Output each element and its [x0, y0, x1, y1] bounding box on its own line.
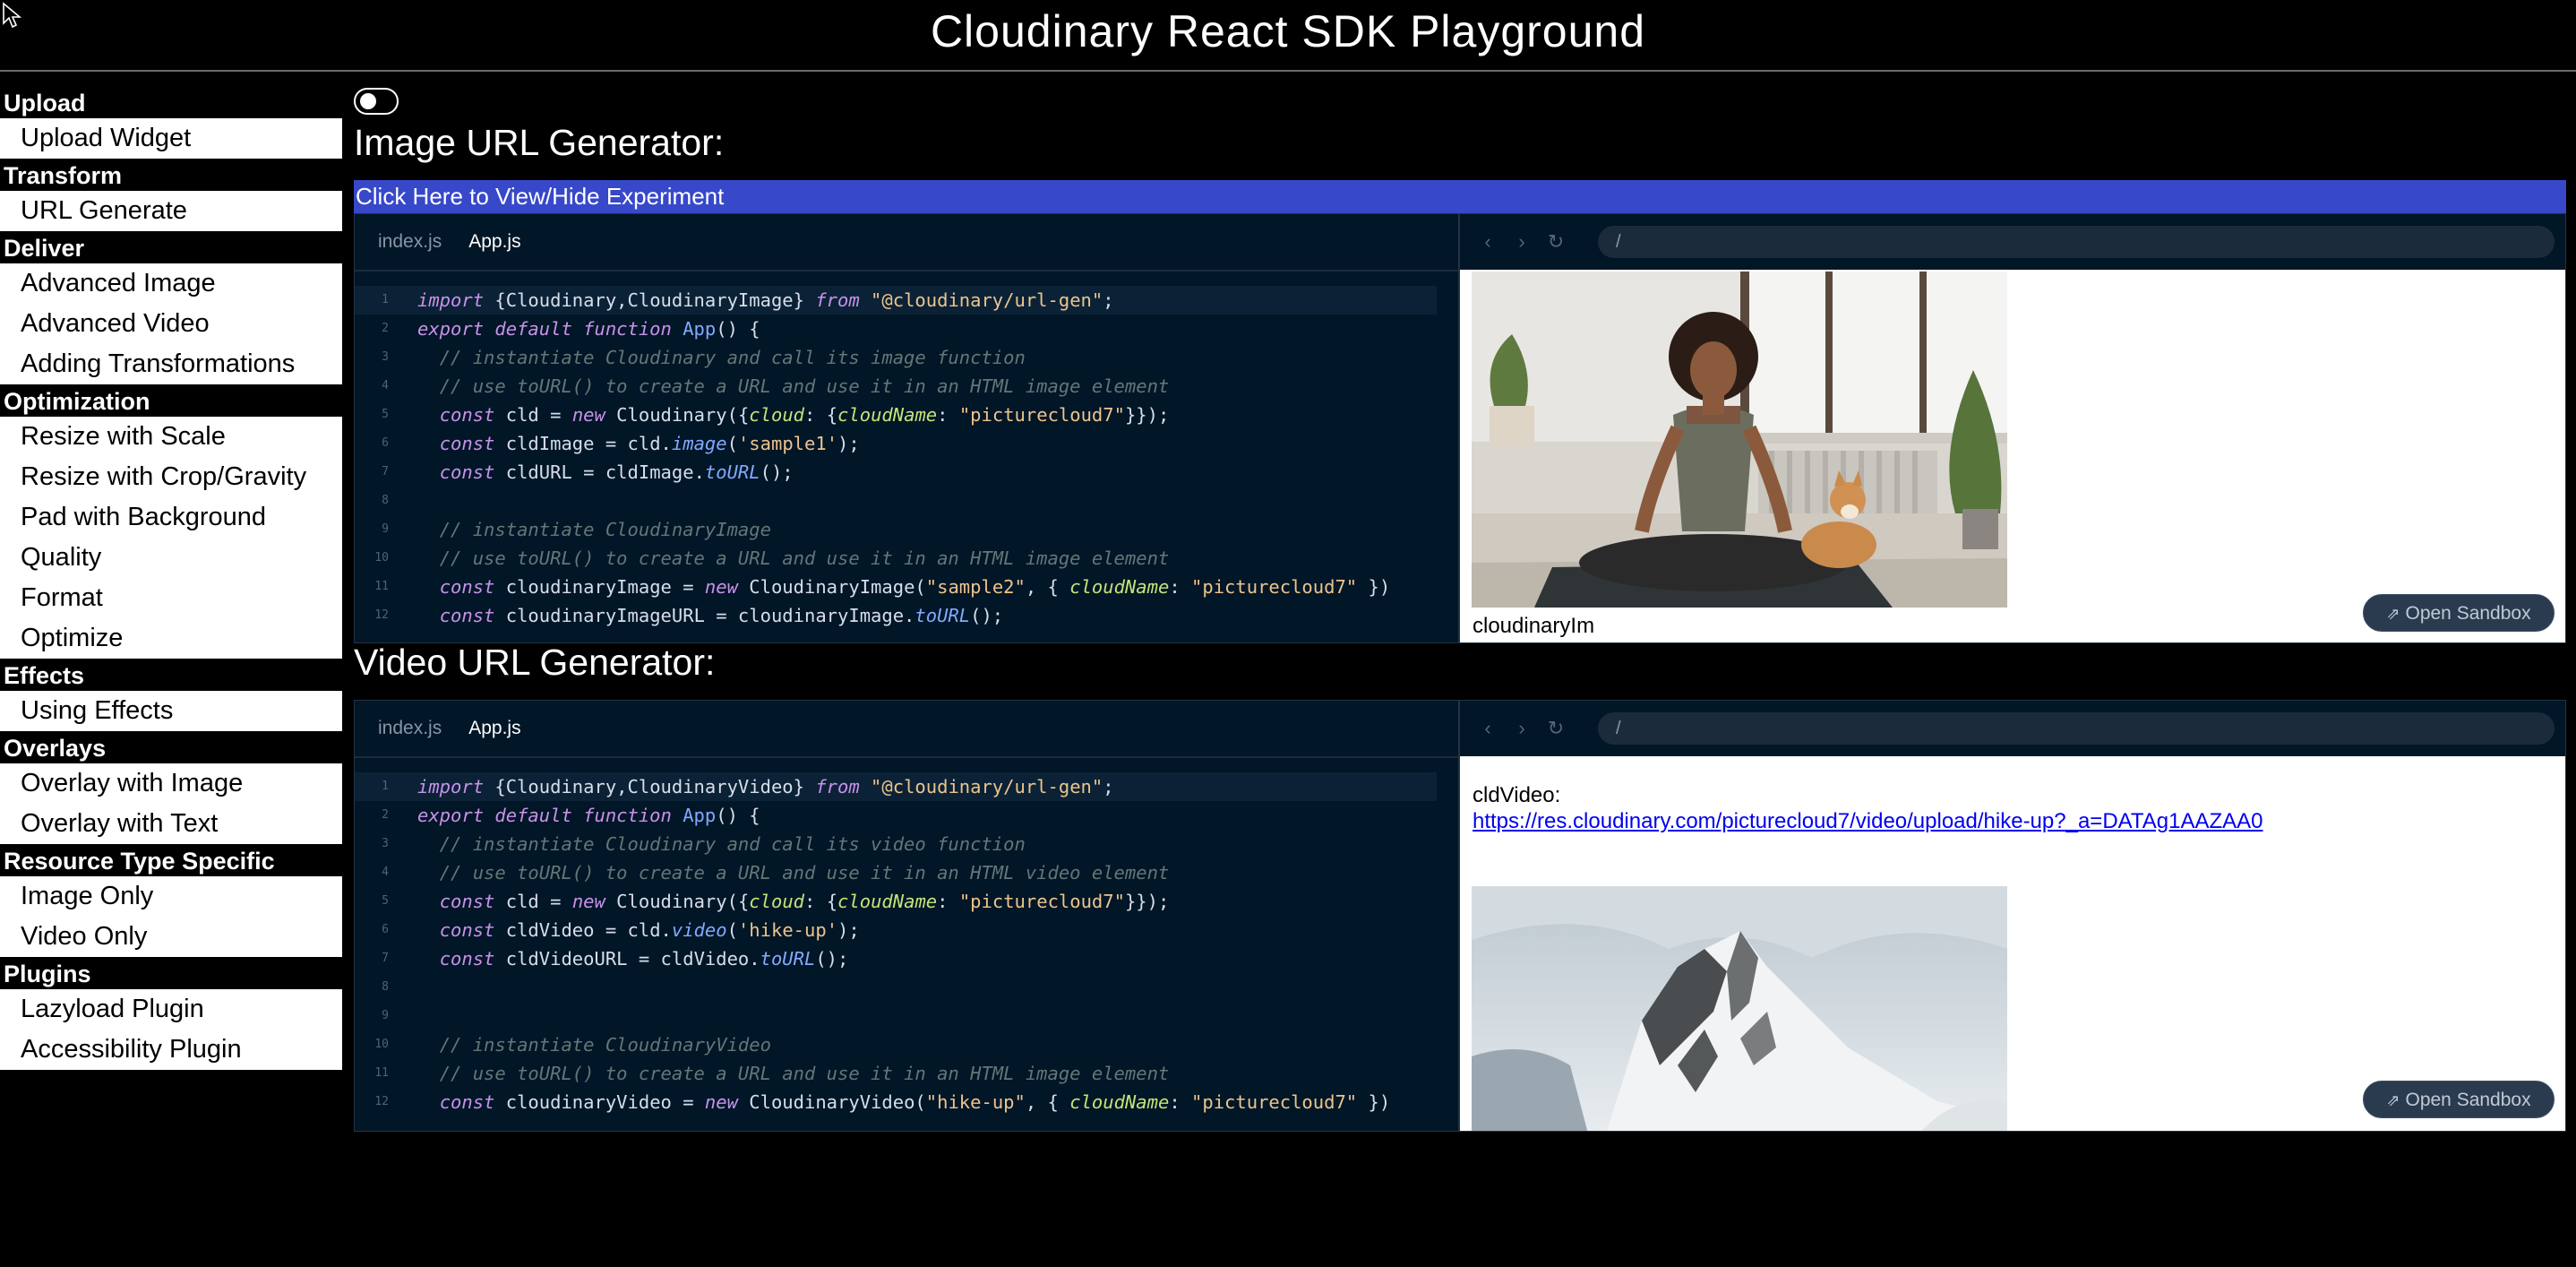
chevron-right-icon[interactable]: › [1505, 717, 1539, 740]
video-preview-navbar: ‹ › ↻ / [1460, 701, 2565, 756]
image-sandpack: index.js App.js 1 import {Cloudinary,Clou… [354, 213, 2566, 643]
sidebar-item-image-only[interactable]: Image Only [0, 876, 342, 917]
tab-app-js[interactable]: App.js [468, 718, 520, 739]
refresh-icon[interactable]: ↻ [1539, 230, 1573, 254]
chevron-left-icon[interactable]: ‹ [1471, 717, 1505, 740]
tab-index-js[interactable]: index.js [378, 231, 442, 253]
sidebar-nav: Upload Upload Widget Transform URL Gener… [0, 86, 342, 1070]
image-code-content[interactable]: 1 import {Cloudinary,CloudinaryImage} fro… [355, 286, 1458, 630]
video-sandpack: index.js App.js 1 import {Cloudinary,Clou… [354, 700, 2566, 1132]
app-title: Cloudinary React SDK Playground [0, 0, 2576, 72]
video-url-generator-heading: Video URL Generator: [354, 642, 716, 683]
open-sandbox-button[interactable]: ⇗ Open Sandbox [2363, 1081, 2555, 1118]
refresh-icon[interactable]: ↻ [1539, 717, 1573, 740]
sidebar-item-overlay-with-image[interactable]: Overlay with Image [0, 763, 342, 804]
open-sandbox-label: Open Sandbox [2405, 603, 2531, 624]
open-sandbox-button[interactable]: ⇗ Open Sandbox [2363, 594, 2555, 632]
open-sandbox-label: Open Sandbox [2405, 1090, 2531, 1110]
video-editor-tabs: index.js App.js [355, 701, 1458, 758]
image-code-editor: index.js App.js 1 import {Cloudinary,Clou… [355, 214, 1460, 642]
chevron-left-icon[interactable]: ‹ [1471, 230, 1505, 254]
external-link-icon: ⇗ [2386, 1091, 2400, 1109]
preview-url-input[interactable]: / [1598, 712, 2555, 745]
image-url-generator-heading: Image URL Generator: [354, 122, 725, 163]
sidebar-category-plugins: Plugins [0, 957, 342, 989]
cldvideo-label: cldVideo: [1473, 783, 1561, 807]
external-link-icon: ⇗ [2386, 605, 2400, 623]
image-editor-tabs: index.js App.js [355, 214, 1458, 272]
sidebar-category-deliver: Deliver [0, 231, 342, 263]
sidebar-category-upload: Upload [0, 86, 342, 118]
sidebar-category-optimization: Optimization [0, 384, 342, 417]
video-code-editor: index.js App.js 1 import {Cloudinary,Clou… [355, 701, 1460, 1131]
sidebar-item-lazyload-plugin[interactable]: Lazyload Plugin [0, 989, 342, 1030]
video-preview-pane: ‹ › ↻ / cldVideo: https://res.cloudinary… [1460, 701, 2565, 1131]
sidebar-item-pad-with-background[interactable]: Pad with Background [0, 497, 342, 538]
sidebar-item-accessibility-plugin[interactable]: Accessibility Plugin [0, 1030, 342, 1070]
cldvideo-url-link[interactable]: https://res.cloudinary.com/picturecloud7… [1473, 809, 2263, 834]
sidebar-item-advanced-video[interactable]: Advanced Video [0, 304, 342, 344]
theme-toggle-switch[interactable] [354, 88, 399, 115]
sidebar-item-overlay-with-text[interactable]: Overlay with Text [0, 804, 342, 844]
preview-url-input[interactable]: / [1598, 226, 2555, 258]
sidebar-item-resize-with-crop-gravity[interactable]: Resize with Crop/Gravity [0, 457, 342, 497]
yoga-sample-image [1472, 272, 2007, 608]
sidebar-category-effects: Effects [0, 659, 342, 691]
image-preview-caption: cloudinaryIm [1473, 614, 1595, 638]
tab-index-js[interactable]: index.js [378, 718, 442, 739]
sidebar-item-upload-widget[interactable]: Upload Widget [0, 118, 342, 159]
toggle-experiment-button[interactable]: Click Here to View/Hide Experiment [354, 180, 2566, 213]
tab-app-js[interactable]: App.js [468, 231, 520, 253]
toggle-knob [360, 93, 376, 109]
sidebar-item-advanced-image[interactable]: Advanced Image [0, 263, 342, 304]
image-preview-navbar: ‹ › ↻ / [1460, 214, 2565, 270]
sidebar-item-adding-transformations[interactable]: Adding Transformations [0, 344, 342, 384]
sidebar-item-optimize[interactable]: Optimize [0, 618, 342, 659]
sidebar-item-video-only[interactable]: Video Only [0, 917, 342, 957]
hike-up-video-thumbnail [1472, 886, 2007, 1131]
sidebar-category-overlays: Overlays [0, 731, 342, 763]
chevron-right-icon[interactable]: › [1505, 230, 1539, 254]
video-code-content[interactable]: 1 import {Cloudinary,CloudinaryVideo} fro… [355, 772, 1458, 1116]
image-preview-pane: ‹ › ↻ / cloudinaryIm ⇗ Open Sandbox [1460, 214, 2565, 642]
sidebar-item-format[interactable]: Format [0, 578, 342, 618]
sidebar-item-quality[interactable]: Quality [0, 538, 342, 578]
sidebar-item-resize-with-scale[interactable]: Resize with Scale [0, 417, 342, 457]
sidebar-item-url-generate[interactable]: URL Generate [0, 191, 342, 231]
sidebar-category-transform: Transform [0, 159, 342, 191]
sidebar-item-using-effects[interactable]: Using Effects [0, 691, 342, 731]
sidebar-category-resource-type-specific: Resource Type Specific [0, 844, 342, 876]
